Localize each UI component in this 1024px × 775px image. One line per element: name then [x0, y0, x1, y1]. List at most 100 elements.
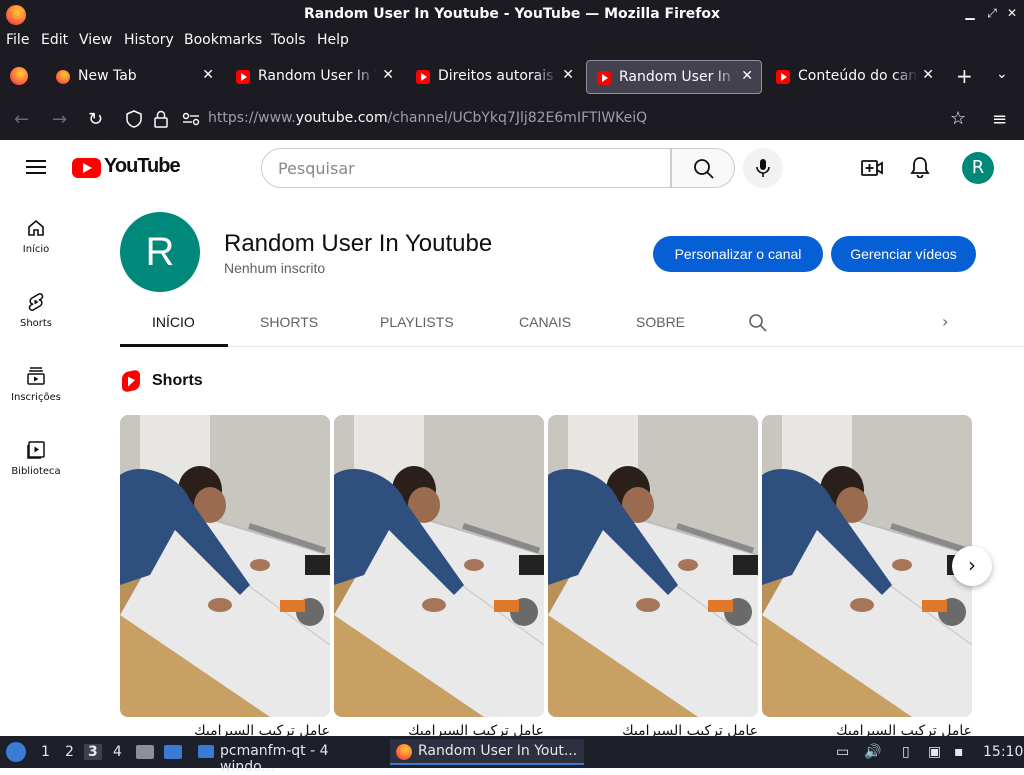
shorts-next-button[interactable]: › [952, 546, 992, 586]
search-input[interactable]: Pesquisar [261, 148, 671, 188]
shorts-heading: Shorts [152, 372, 203, 389]
channel-avatar: R [120, 212, 200, 292]
subscriptions-icon [27, 367, 45, 385]
show-desktop-icon[interactable] [164, 745, 182, 759]
tab-strip: New Tab ✕ Random User In Youtube ✕ Direi… [0, 52, 1024, 100]
tab-random-user[interactable]: Random User In Youtube ✕ [226, 60, 402, 94]
youtube-logo-icon[interactable] [72, 158, 101, 178]
channel-search-icon[interactable] [748, 313, 768, 333]
tab-random-user-active[interactable]: Random User In Youtube ✕ [586, 60, 762, 94]
display-icon[interactable]: ▣ [928, 744, 941, 760]
short-thumbnail[interactable]: عامل تركيب السيراميك [762, 415, 973, 739]
tab-close-icon[interactable]: ✕ [382, 67, 394, 83]
tab-canais[interactable]: CANAIS [519, 314, 571, 330]
microphone-icon [756, 159, 770, 177]
sidebar-item-biblioteca[interactable]: Biblioteca [0, 440, 72, 477]
taskbar-window-firefox[interactable]: Random User In Yout... [390, 739, 584, 765]
bookmark-star-icon[interactable]: ☆ [950, 108, 966, 129]
menu-tools[interactable]: Tools [271, 32, 306, 48]
manage-videos-button[interactable]: Gerenciar vídeos [831, 236, 976, 272]
tab-sobre[interactable]: SOBRE [636, 314, 685, 330]
updates-icon[interactable]: ▪ [954, 744, 964, 760]
volume-icon[interactable]: 🔊 [864, 744, 881, 760]
tab-close-icon[interactable]: ✕ [562, 67, 574, 83]
short-thumbnail-image [762, 415, 973, 717]
window-title: Random User In Youtube - YouTube — Mozil… [303, 6, 721, 22]
shorts-logo-icon [122, 369, 140, 393]
shield-icon[interactable] [126, 110, 142, 128]
tab-list-chevron-icon[interactable]: ⌄ [996, 66, 1008, 82]
tab-shorts[interactable]: SHORTS [260, 314, 318, 330]
permissions-icon[interactable] [182, 112, 200, 126]
reload-icon[interactable]: ↻ [88, 109, 103, 130]
url-text[interactable]: https://www.youtube.com/channel/UCbYkq7J… [208, 110, 647, 126]
url-bar[interactable]: https://www.youtube.com/channel/UCbYkq7J… [116, 104, 994, 136]
sidebar-item-inscricoes[interactable]: Inscrições [0, 366, 72, 403]
menu-history[interactable]: History [124, 32, 174, 48]
desktop-1[interactable]: 1 [41, 744, 50, 760]
close-window-icon[interactable]: ✕ [1004, 6, 1020, 20]
menu-bar: File Edit View History Bookmarks Tools H… [0, 30, 1024, 52]
tab-direitos-autorais[interactable]: Direitos autorais do canal ✕ [406, 60, 582, 94]
youtube-favicon-icon [776, 70, 790, 84]
menu-view[interactable]: View [79, 32, 112, 48]
voice-search-button[interactable] [743, 148, 783, 188]
minimize-icon[interactable]: ▁ [962, 6, 978, 20]
tab-label: Random User In Youtube [619, 69, 739, 85]
tab-label: Direitos autorais do canal [438, 68, 558, 84]
search-button[interactable] [671, 148, 735, 188]
tab-close-icon[interactable]: ✕ [202, 67, 214, 83]
hamburger-menu-icon[interactable] [26, 160, 46, 174]
short-thumbnail[interactable]: عامل تركيب السيراميك [334, 415, 545, 739]
short-thumbnail[interactable]: عامل تركيب السيراميك [548, 415, 759, 739]
account-avatar[interactable]: R [962, 152, 994, 184]
home-icon [28, 219, 44, 236]
firefox-favicon-icon [56, 70, 70, 84]
back-arrow-icon[interactable]: ← [14, 109, 29, 130]
youtube-header: YouTube Pesquisar R [0, 140, 1024, 196]
tab-inicio[interactable]: INÍCIO [152, 314, 195, 330]
desktop-2[interactable]: 2 [65, 744, 74, 760]
tabs-next-chevron-icon[interactable]: › [942, 312, 948, 331]
shorts-icon [28, 293, 44, 311]
notifications-bell-icon[interactable] [910, 156, 930, 178]
file-manager-launcher-icon[interactable] [136, 745, 154, 759]
lock-icon[interactable] [154, 110, 168, 128]
new-tab-plus-icon[interactable]: + [956, 64, 973, 88]
short-thumbnail-image [334, 415, 545, 717]
restore-icon[interactable]: ⤢ [984, 6, 1000, 21]
network-icon[interactable]: ▭ [836, 744, 849, 760]
desktop-3[interactable]: 3 [84, 744, 102, 760]
desktop-taskbar: 1 2 3 4 pcmanfm-qt - 4 windo... Random U… [0, 736, 1024, 775]
tab-new-tab[interactable]: New Tab ✕ [46, 60, 222, 94]
active-tab-underline [120, 344, 228, 347]
menu-edit[interactable]: Edit [41, 32, 68, 48]
tab-close-icon[interactable]: ✕ [922, 67, 934, 83]
clock: 15:10 [983, 744, 1024, 760]
short-thumbnail[interactable]: عامل تركيب السيراميك [120, 415, 331, 739]
tab-label: Random User In Youtube [258, 68, 378, 84]
firefox-view-icon[interactable] [10, 67, 28, 85]
youtube-wordmark[interactable]: YouTube [104, 155, 181, 178]
tab-label: New Tab [78, 68, 137, 84]
tab-close-icon[interactable]: ✕ [741, 68, 753, 84]
tab-conteudo-canal[interactable]: Conteúdo do canal ✕ [766, 60, 942, 94]
taskbar-window-pcmanfm[interactable]: pcmanfm-qt - 4 windo... [192, 739, 384, 775]
forward-arrow-icon[interactable]: → [52, 109, 67, 130]
youtube-favicon-icon [597, 71, 611, 85]
channel-tabs: INÍCIO SHORTS PLAYLISTS CANAIS SOBRE › [120, 300, 1024, 347]
start-menu-icon[interactable] [6, 742, 26, 762]
sidebar-item-inicio[interactable]: Início [0, 218, 72, 255]
sidebar-item-shorts[interactable]: Shorts [0, 292, 72, 329]
tab-playlists[interactable]: PLAYLISTS [380, 314, 454, 330]
menu-help[interactable]: Help [317, 32, 349, 48]
sidebar-item-label: Inscrições [11, 392, 61, 403]
menu-bookmarks[interactable]: Bookmarks [184, 32, 262, 48]
clipboard-icon[interactable]: ▯ [902, 744, 910, 760]
create-video-icon[interactable] [861, 158, 883, 178]
library-icon [27, 441, 45, 459]
desktop-4[interactable]: 4 [113, 744, 122, 760]
menu-file[interactable]: File [6, 32, 29, 48]
customize-channel-button[interactable]: Personalizar o canal [653, 236, 823, 272]
app-menu-icon[interactable]: ≡ [992, 109, 1007, 130]
